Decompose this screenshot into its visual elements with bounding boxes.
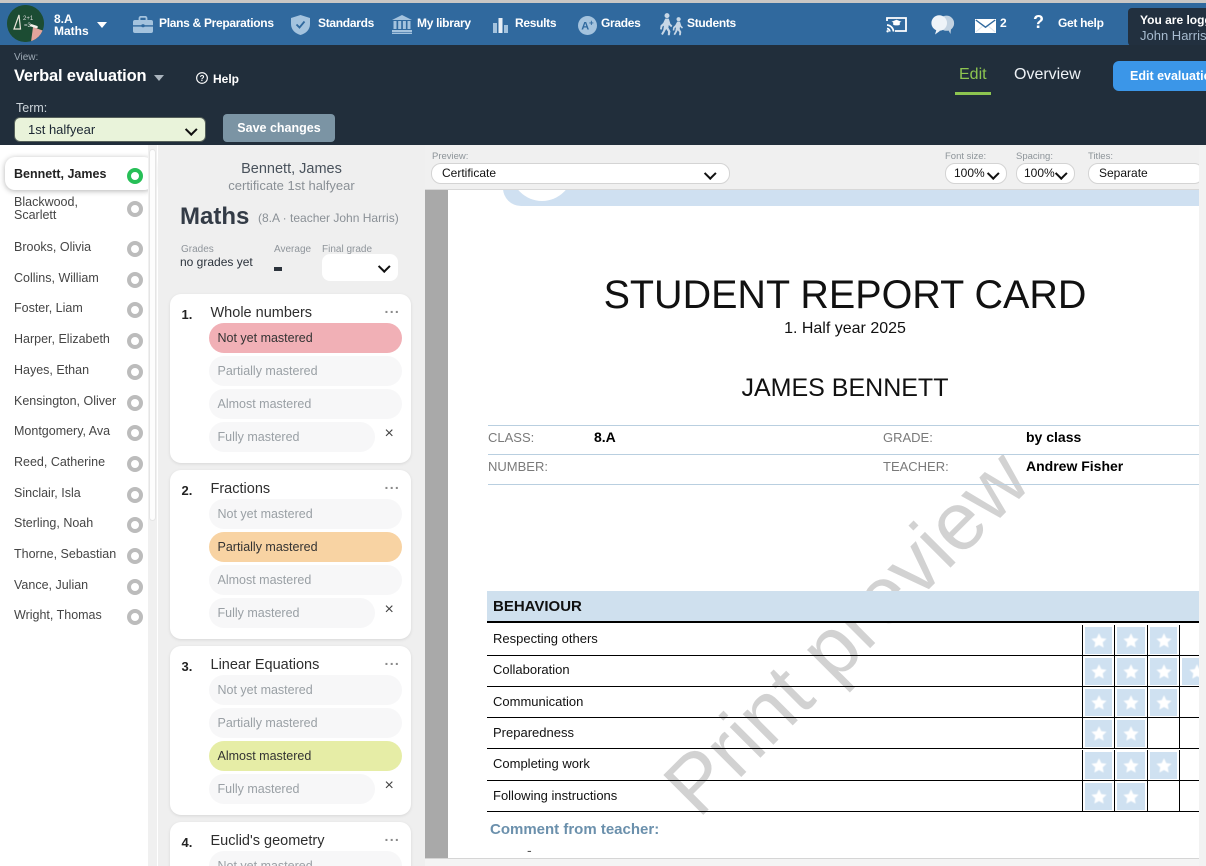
svg-text:+: + [589, 19, 594, 28]
svg-text:2+1: 2+1 [23, 16, 34, 22]
svg-text:A: A [581, 21, 589, 33]
svg-text:?: ? [200, 73, 205, 82]
